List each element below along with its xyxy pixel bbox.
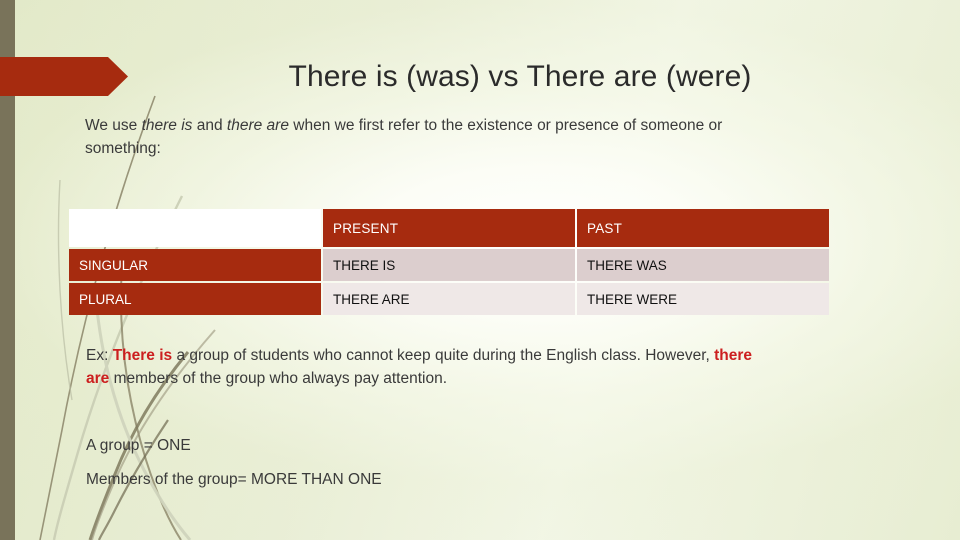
note-members-more-than-one: Members of the group= MORE THAN ONE: [86, 471, 382, 488]
slide-canvas: There is (was) vs There are (were) We us…: [0, 0, 960, 540]
table-cell-plural-present: THERE ARE: [323, 283, 575, 315]
table-row-header-singular: SINGULAR: [69, 249, 321, 281]
example-prefix: Ex:: [86, 347, 113, 364]
table-header-row: PRESENT PAST: [69, 209, 829, 247]
table-cell-singular-past: THERE WAS: [577, 249, 829, 281]
intro-emphasis-there-are: there are: [226, 117, 289, 134]
note-group-equals-one: A group = ONE: [86, 437, 191, 454]
red-arrow-banner-icon: [0, 57, 128, 96]
intro-text-part-2: and: [192, 117, 227, 134]
table-column-header-past: PAST: [577, 209, 829, 247]
table-row: PLURAL THERE ARE THERE WERE: [69, 283, 829, 315]
table-row: SINGULAR THERE IS THERE WAS: [69, 249, 829, 281]
intro-paragraph: We use there is and there are when we fi…: [85, 114, 725, 160]
example-middle-text: a group of students who cannot keep quit…: [172, 347, 715, 364]
grammar-table: PRESENT PAST SINGULAR THERE IS THERE WAS…: [67, 207, 831, 317]
table-row-header-plural: PLURAL: [69, 283, 321, 315]
example-suffix-text: members of the group who always pay atte…: [109, 370, 448, 387]
page-title: There is (was) vs There are (were): [288, 60, 752, 93]
table-cell-plural-past: THERE WERE: [577, 283, 829, 315]
example-paragraph: Ex: There is a group of students who can…: [86, 344, 766, 390]
table-cell-singular-present: THERE IS: [323, 249, 575, 281]
table-corner-cell: [69, 209, 321, 247]
example-highlight-there-is: There is: [112, 347, 173, 364]
table-column-header-present: PRESENT: [323, 209, 575, 247]
intro-text-part-1: We use: [85, 117, 142, 134]
intro-emphasis-there-is: there is: [141, 117, 193, 134]
